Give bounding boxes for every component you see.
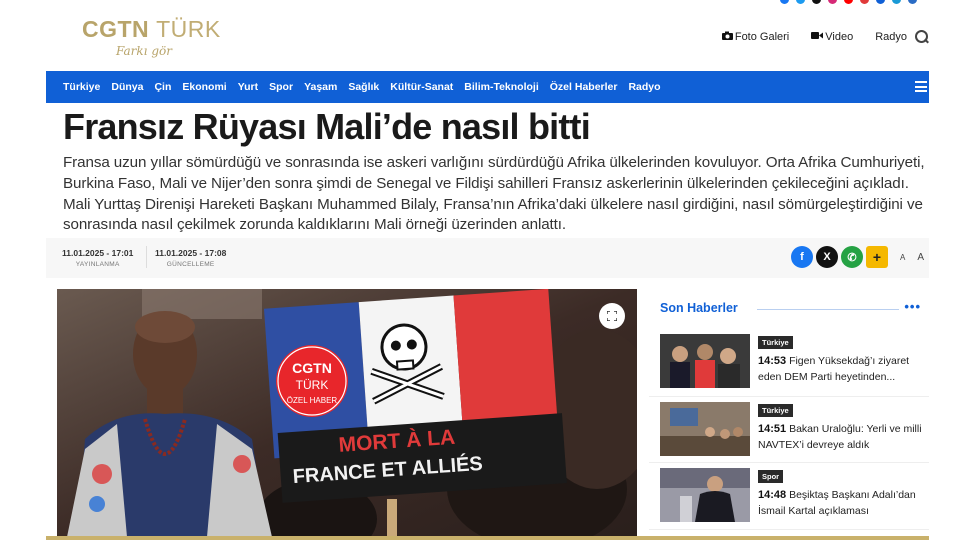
nav-item-yasam[interactable]: Yaşam <box>304 81 337 93</box>
latest-news-title: Son Haberler <box>660 301 738 315</box>
radio-label: Radyo <box>875 31 907 43</box>
news-category[interactable]: Spor <box>758 470 784 483</box>
facebook-share-icon[interactable]: f <box>790 246 813 268</box>
news-item[interactable]: Türkiye 14:53 Figen Yüksekdağ’ı ziyaret … <box>649 334 929 398</box>
whatsapp-share-icon[interactable]: ✆ <box>840 246 863 268</box>
badge-line1: CGTN <box>292 360 332 376</box>
hero-image[interactable]: MORT À LA FRANCE ET ALLIÉS CGTN TÜRK ÖZE… <box>57 289 637 537</box>
nav-item-bilim-teknoloji[interactable]: Bilim-Teknoloji <box>464 81 538 93</box>
social-dot-icon[interactable] <box>796 0 805 4</box>
social-dot-icon[interactable] <box>860 0 869 4</box>
published-date: 11.01.2025 - 17:01 <box>62 248 134 258</box>
video-label: Video <box>825 31 854 43</box>
news-thumbnail <box>660 468 750 522</box>
logo-turk: TÜRK <box>156 16 221 42</box>
social-dot-icon[interactable] <box>828 0 837 4</box>
news-time: 14:48 <box>758 489 787 501</box>
nav-item-turkiye[interactable]: Türkiye <box>63 81 100 93</box>
x-share-icon[interactable]: X <box>815 246 838 268</box>
menu-icon[interactable] <box>915 81 927 92</box>
logo-tagline: Farkı gör <box>116 44 172 58</box>
more-options-icon[interactable]: ••• <box>904 299 921 314</box>
news-time: 14:53 <box>758 355 787 367</box>
article-summary: Fransa uzun yıllar sömürdüğü ve sonrasın… <box>63 154 925 234</box>
updated-date: 11.01.2025 - 17:08 <box>155 248 227 258</box>
nav-item-radyo[interactable]: Radyo <box>628 81 660 93</box>
news-time: 14:51 <box>758 423 787 435</box>
photo-gallery-link[interactable]: Foto Galeri <box>721 31 790 43</box>
font-decrease-button[interactable]: A <box>900 253 905 262</box>
page: CGTN TÜRK Farkı gör Foto Galeri Video Ra… <box>0 0 975 540</box>
news-thumbnail <box>660 402 750 456</box>
nav-item-spor[interactable]: Spor <box>269 81 293 93</box>
video-icon <box>811 31 824 43</box>
nav-item-yurt[interactable]: Yurt <box>238 81 258 93</box>
radio-link[interactable]: Radyo <box>875 31 907 43</box>
hero-illustration: MORT À LA FRANCE ET ALLIÉS CGTN TÜRK ÖZE… <box>57 289 637 537</box>
article-title: Fransız Rüyası Mali’de nasıl bitti <box>63 106 591 147</box>
main-nav: Türkiye Dünya Çin Ekonomi Yurt Spor Yaşa… <box>46 71 929 103</box>
social-dot-icon[interactable] <box>892 0 901 4</box>
camera-icon <box>721 31 733 43</box>
nav-item-cin[interactable]: Çin <box>154 81 171 93</box>
share-buttons: f X ✆ + A A <box>788 246 924 268</box>
photo-gallery-label: Foto Galeri <box>734 31 790 43</box>
news-divider <box>649 396 929 397</box>
news-category[interactable]: Türkiye <box>758 336 793 349</box>
more-share-button[interactable]: + <box>865 246 888 268</box>
article-meta: 11.01.2025 - 17:01 YAYINLANMA 11.01.2025… <box>46 238 929 278</box>
nav-item-ozel-haberler[interactable]: Özel Haberler <box>550 81 618 93</box>
news-item[interactable]: Türkiye 14:51 Bakan Uraloğlu: Yerli ve m… <box>649 402 929 466</box>
social-dot-icon[interactable] <box>844 0 853 4</box>
latest-news-panel: Son Haberler ••• Türkiye 14:53 Figen Yük… <box>649 289 929 540</box>
video-link[interactable]: Video <box>811 31 853 43</box>
news-divider <box>649 462 929 463</box>
header-links: Foto Galeri Video Radyo <box>700 30 929 44</box>
bottom-accent-bar <box>46 536 929 540</box>
news-category[interactable]: Türkiye <box>758 404 793 417</box>
nav-item-saglik[interactable]: Sağlık <box>348 81 379 93</box>
meta-divider <box>146 246 147 268</box>
logo-main: CGTN <box>82 16 150 42</box>
updated-block: 11.01.2025 - 17:08 GÜNCELLEME <box>155 248 226 268</box>
nav-item-kultur-sanat[interactable]: Kültür-Sanat <box>390 81 453 93</box>
site-header: CGTN TÜRK Farkı gör Foto Galeri Video Ra… <box>46 6 929 70</box>
site-logo[interactable]: CGTN TÜRK Farkı gör <box>82 16 221 58</box>
nav-item-dunya[interactable]: Dünya <box>111 81 143 93</box>
fullscreen-icon[interactable] <box>599 303 625 329</box>
social-dot-icon[interactable] <box>876 0 885 4</box>
badge-line2: TÜRK <box>296 378 329 392</box>
updated-label: GÜNCELLEME <box>166 261 215 268</box>
social-dot-icon[interactable] <box>812 0 821 4</box>
news-divider <box>649 529 929 530</box>
news-item[interactable]: Spor 14:48 Beşiktaş Başkanı Adalı’dan İs… <box>649 468 929 532</box>
search-icon[interactable] <box>915 30 929 44</box>
social-dot-icon[interactable] <box>908 0 917 4</box>
social-dot-icon[interactable] <box>780 0 789 4</box>
font-increase-button[interactable]: A <box>917 252 924 263</box>
latest-news-divider <box>757 309 899 310</box>
published-label: YAYINLANMA <box>75 261 120 268</box>
badge-line3: ÖZEL HABER <box>287 396 338 405</box>
news-thumbnail <box>660 334 750 388</box>
published-block: 11.01.2025 - 17:01 YAYINLANMA <box>62 248 133 268</box>
nav-item-ekonomi[interactable]: Ekonomi <box>182 81 226 93</box>
